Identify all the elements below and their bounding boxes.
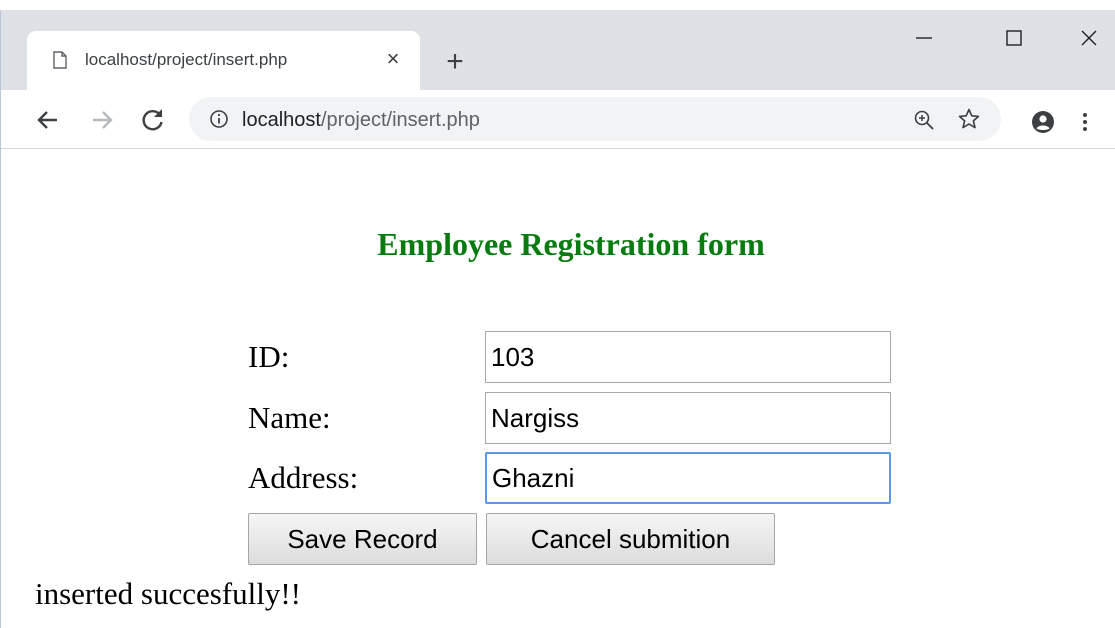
save-record-button[interactable]: Save Record xyxy=(248,513,477,565)
title-bar: localhost/project/insert.php × + xyxy=(1,10,1115,90)
address-bar[interactable]: localhost/project/insert.php xyxy=(189,97,1001,141)
tab-title: localhost/project/insert.php xyxy=(85,50,288,69)
back-icon[interactable] xyxy=(33,105,63,135)
zoom-icon[interactable] xyxy=(913,109,935,131)
info-icon[interactable] xyxy=(209,109,229,129)
name-label: Name: xyxy=(248,400,331,435)
page-content: Employee Registration form ID: Name: Add… xyxy=(1,149,1115,628)
new-tab-button[interactable]: + xyxy=(441,47,469,77)
star-icon[interactable] xyxy=(957,107,981,131)
menu-icon[interactable] xyxy=(1081,110,1089,134)
url-text: localhost/project/insert.php xyxy=(242,109,480,132)
status-message: inserted succesfully!! xyxy=(35,576,301,611)
page-icon xyxy=(53,51,67,69)
account-icon[interactable] xyxy=(1031,110,1055,134)
minimize-icon xyxy=(916,37,932,39)
minimize-button[interactable] xyxy=(901,20,947,56)
maximize-button[interactable] xyxy=(991,20,1037,56)
name-input[interactable] xyxy=(485,392,891,444)
maximize-icon xyxy=(1006,30,1022,46)
reload-icon[interactable] xyxy=(138,105,168,135)
cancel-submission-button[interactable]: Cancel submition xyxy=(486,513,775,565)
close-window-button[interactable] xyxy=(1066,20,1112,56)
url-host: localhost xyxy=(242,109,321,131)
close-icon xyxy=(1081,30,1097,46)
browser-window: localhost/project/insert.php × + localho… xyxy=(0,10,1115,628)
tab-close-icon[interactable]: × xyxy=(381,47,405,71)
id-label: ID: xyxy=(248,339,290,374)
browser-tab[interactable]: localhost/project/insert.php × xyxy=(27,31,420,90)
address-input[interactable] xyxy=(485,452,891,504)
forward-icon[interactable] xyxy=(87,105,117,135)
url-path: /project/insert.php xyxy=(320,109,480,131)
id-input[interactable] xyxy=(485,331,891,383)
address-label: Address: xyxy=(248,460,359,495)
form-title: Employee Registration form xyxy=(377,226,765,262)
browser-toolbar: localhost/project/insert.php xyxy=(1,90,1115,149)
